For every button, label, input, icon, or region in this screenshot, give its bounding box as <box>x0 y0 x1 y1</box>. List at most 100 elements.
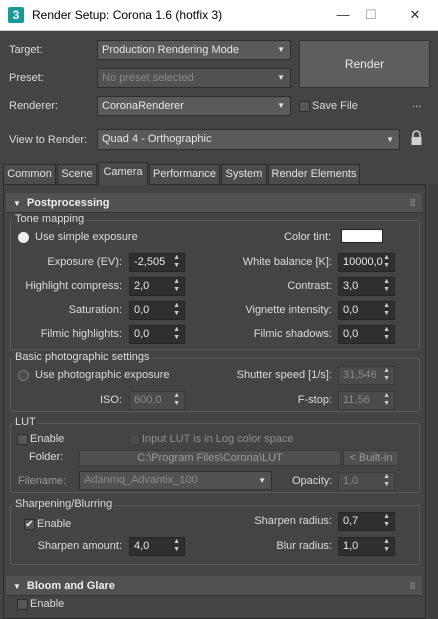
scrollbar[interactable] <box>428 184 438 619</box>
spinner-arrows-icon: ▲ ▼ <box>383 254 390 269</box>
spinner-arrows-icon: ▲ ▼ <box>383 473 390 488</box>
opacity-label: Opacity: <box>292 475 333 487</box>
exposure-spinner[interactable]: -2,505 ▲ ▼ <box>129 253 185 272</box>
title-bar: 3 Render Setup: Corona 1.6 (hotfix 3) — … <box>0 0 438 31</box>
photographic-exposure-radio[interactable] <box>18 370 29 381</box>
tab-scene[interactable]: Scene <box>57 164 97 184</box>
filmic-shadows-value: 0,0 <box>343 328 359 340</box>
simple-exposure-radio[interactable] <box>18 232 29 243</box>
renderer-dropdown[interactable]: CoronaRenderer ▼ <box>97 96 291 116</box>
more-options-button[interactable]: ... <box>412 98 421 110</box>
blur-radius-label: Blur radius: <box>276 540 332 552</box>
collapse-arrow-icon: ▼ <box>13 582 21 591</box>
filmic-shadows-spinner[interactable]: 0,0 ▲ ▼ <box>338 325 395 344</box>
folder-path-button[interactable]: C:\Program Files\Corona\LUT <box>79 450 341 466</box>
iso-label: ISO: <box>99 394 122 406</box>
spinner-arrows-icon: ▲ ▼ <box>173 278 180 293</box>
white-balance-spinner[interactable]: 10000,0 ▲ ▼ <box>338 253 395 272</box>
collapse-arrow-icon: ▼ <box>13 199 21 208</box>
postprocessing-title: Postprocessing <box>26 197 110 209</box>
exposure-label: Exposure (EV): <box>47 256 122 268</box>
contrast-spinner[interactable]: 3,0 ▲ ▼ <box>338 277 395 296</box>
filename-dropdown[interactable]: Adanmq_Advantix_100 ▼ <box>79 471 272 490</box>
highlight-value: 2,0 <box>134 280 150 292</box>
postprocessing-rollout-header[interactable]: ▼ Postprocessing ⠿ <box>6 193 422 213</box>
simple-exposure-label: Use simple exposure <box>35 231 138 243</box>
bloom-glare-rollout-header[interactable]: ▼ Bloom and Glare ⠿ <box>6 576 422 596</box>
maximize-button[interactable]: ☐ <box>352 2 390 28</box>
bloom-enable-label: Enable <box>30 598 65 610</box>
iso-spinner[interactable]: 600,0 ▲ ▼ <box>129 391 185 410</box>
built-in-button[interactable]: < Built-in <box>343 450 399 466</box>
sharpen-amount-value: 4,0 <box>134 540 150 552</box>
sharpen-enable-checkbox[interactable]: ✔ <box>24 519 35 530</box>
view-to-render-label: View to Render: <box>9 134 88 146</box>
white-balance-value: 10000,0 <box>343 256 383 268</box>
tab-render-elements[interactable]: Render Elements <box>268 164 360 184</box>
filmic-highlights-value: 0,0 <box>134 328 150 340</box>
lut-enable-checkbox[interactable] <box>17 434 28 445</box>
preset-dropdown[interactable]: No preset selected ▼ <box>97 68 291 88</box>
chevron-down-icon: ▼ <box>258 476 266 485</box>
tab-common[interactable]: Common <box>3 164 56 184</box>
spinner-arrows-icon: ▲ ▼ <box>383 513 390 528</box>
chevron-down-icon: ▼ <box>277 101 285 110</box>
view-to-render-dropdown[interactable]: Quad 4 - Orthographic ▼ <box>97 129 400 150</box>
filmic-highlights-label: Filmic highlights: <box>40 328 122 340</box>
saturation-label: Saturation: <box>68 304 122 316</box>
folder-label: Folder: <box>29 451 64 463</box>
spinner-arrows-icon: ▲ ▼ <box>383 538 390 553</box>
chevron-down-icon: ▼ <box>277 45 285 54</box>
target-value: Production Rendering Mode <box>102 44 239 56</box>
blur-radius-spinner[interactable]: 1,0 ▲ ▼ <box>338 537 395 556</box>
highlight-compress-spinner[interactable]: 2,0 ▲ ▼ <box>129 277 185 296</box>
render-button[interactable]: Render <box>299 40 430 88</box>
tab-system[interactable]: System <box>221 164 267 184</box>
color-tint-label: Color tint: <box>284 231 332 243</box>
target-label: Target: <box>9 44 43 56</box>
bloom-enable-checkbox[interactable] <box>17 599 28 610</box>
f-stop-spinner[interactable]: 11,56 ▲ ▼ <box>338 391 395 410</box>
target-dropdown[interactable]: Production Rendering Mode ▼ <box>97 40 291 60</box>
contrast-label: Contrast: <box>287 280 332 292</box>
grip-icon: ⠿ <box>409 581 416 591</box>
tab-camera[interactable]: Camera <box>98 162 148 185</box>
sharpen-amount-label: Sharpen amount: <box>37 540 122 552</box>
sharpen-radius-spinner[interactable]: 0,7 ▲ ▼ <box>338 512 395 531</box>
lock-icon[interactable] <box>410 130 423 146</box>
sharpen-amount-spinner[interactable]: 4,0 ▲ ▼ <box>129 537 185 556</box>
filmic-highlights-spinner[interactable]: 0,0 ▲ ▼ <box>129 325 185 344</box>
photographic-exposure-label: Use photographic exposure <box>35 369 170 381</box>
iso-value: 600,0 <box>134 394 162 406</box>
spinner-arrows-icon: ▲ ▼ <box>383 367 390 382</box>
opacity-value: 1,0 <box>343 475 359 487</box>
3dsmax-app-icon: 3 <box>8 7 24 23</box>
vignette-intensity-spinner[interactable]: 0,0 ▲ ▼ <box>338 301 395 320</box>
preset-placeholder: No preset selected <box>102 72 194 84</box>
chevron-down-icon: ▼ <box>277 73 285 82</box>
tab-performance[interactable]: Performance <box>149 164 220 184</box>
spinner-arrows-icon: ▲ ▼ <box>383 278 390 293</box>
saturation-spinner[interactable]: 0,0 ▲ ▼ <box>129 301 185 320</box>
spinner-arrows-icon: ▲ ▼ <box>173 326 180 341</box>
vignette-intensity-label: Vignette intensity: <box>245 304 332 316</box>
sharpen-radius-label: Sharpen radius: <box>254 515 332 527</box>
preset-label: Preset: <box>9 72 44 84</box>
log-color-space-checkbox[interactable] <box>129 434 140 445</box>
filename-value: Adanmq_Advantix_100 <box>84 474 198 486</box>
white-balance-label: White balance [K]: <box>242 256 332 268</box>
close-button[interactable]: ✕ <box>396 2 434 28</box>
lut-title: LUT <box>13 416 38 428</box>
photographic-settings-title: Basic photographic settings <box>13 351 152 363</box>
sharpen-enable-label: Enable <box>37 518 72 530</box>
opacity-spinner[interactable]: 1,0 ▲ ▼ <box>338 472 395 491</box>
shutter-speed-label: Shutter speed [1/s]: <box>236 369 332 381</box>
shutter-speed-spinner[interactable]: 31,546 ▲ ▼ <box>338 366 395 385</box>
blur-radius-value: 1,0 <box>343 540 359 552</box>
renderer-label: Renderer: <box>9 100 58 112</box>
color-tint-swatch[interactable] <box>341 229 383 243</box>
spinner-arrows-icon: ▲ ▼ <box>383 326 390 341</box>
filmic-shadows-label: Filmic shadows: <box>253 328 332 340</box>
save-file-checkbox[interactable] <box>299 101 310 112</box>
view-value: Quad 4 - Orthographic <box>102 133 212 145</box>
